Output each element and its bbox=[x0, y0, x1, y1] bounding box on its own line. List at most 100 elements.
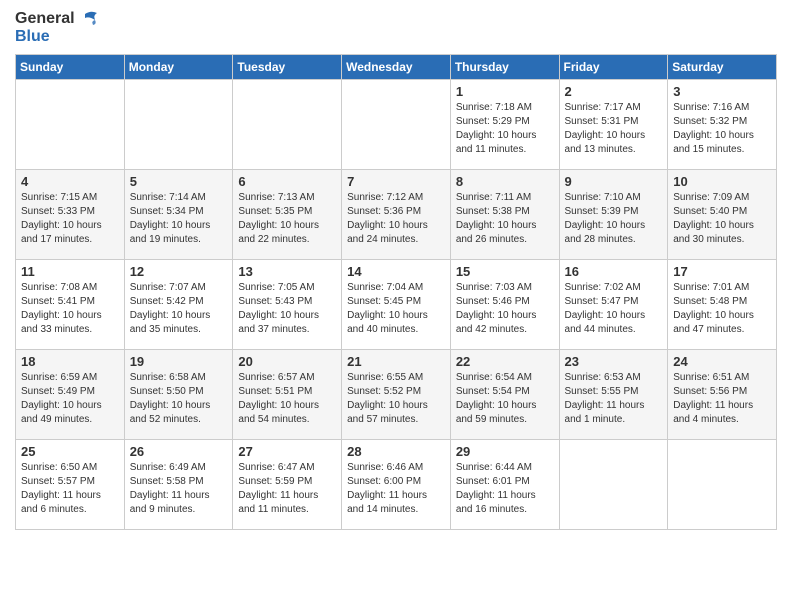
day-number: 22 bbox=[456, 354, 554, 369]
header-tuesday: Tuesday bbox=[233, 54, 342, 79]
day-number: 16 bbox=[565, 264, 663, 279]
day-info: Sunrise: 6:53 AM Sunset: 5:55 PM Dayligh… bbox=[565, 371, 663, 427]
day-number: 21 bbox=[347, 354, 445, 369]
day-info: Sunrise: 6:54 AM Sunset: 5:54 PM Dayligh… bbox=[456, 371, 554, 427]
day-info: Sunrise: 7:15 AM Sunset: 5:33 PM Dayligh… bbox=[21, 191, 119, 247]
day-number: 25 bbox=[21, 444, 119, 459]
calendar-cell: 1 Sunrise: 7:18 AM Sunset: 5:29 PM Daylig… bbox=[450, 79, 559, 169]
day-info: Sunrise: 7:02 AM Sunset: 5:47 PM Dayligh… bbox=[565, 281, 663, 337]
day-info: Sunrise: 7:04 AM Sunset: 5:45 PM Dayligh… bbox=[347, 281, 445, 337]
calendar-cell bbox=[342, 79, 451, 169]
week-row-3: 11 Sunrise: 7:08 AM Sunset: 5:41 PM Dayli… bbox=[16, 259, 777, 349]
day-number: 10 bbox=[673, 174, 771, 189]
day-info: Sunrise: 7:10 AM Sunset: 5:39 PM Dayligh… bbox=[565, 191, 663, 247]
day-info: Sunrise: 7:01 AM Sunset: 5:48 PM Dayligh… bbox=[673, 281, 771, 337]
calendar-cell: 23 Sunrise: 6:53 AM Sunset: 5:55 PM Dayli… bbox=[559, 349, 668, 439]
week-row-4: 18 Sunrise: 6:59 AM Sunset: 5:49 PM Dayli… bbox=[16, 349, 777, 439]
calendar-cell: 4 Sunrise: 7:15 AM Sunset: 5:33 PM Daylig… bbox=[16, 169, 125, 259]
day-number: 5 bbox=[130, 174, 228, 189]
day-number: 1 bbox=[456, 84, 554, 99]
calendar-cell: 26 Sunrise: 6:49 AM Sunset: 5:58 PM Dayli… bbox=[124, 439, 233, 529]
day-info: Sunrise: 6:59 AM Sunset: 5:49 PM Dayligh… bbox=[21, 371, 119, 427]
header-sunday: Sunday bbox=[16, 54, 125, 79]
calendar-cell: 21Sunrise: 6:55 AM Sunset: 5:52 PM Dayli… bbox=[342, 349, 451, 439]
calendar-cell: 6 Sunrise: 7:13 AM Sunset: 5:35 PM Daylig… bbox=[233, 169, 342, 259]
calendar-cell: 17Sunrise: 7:01 AM Sunset: 5:48 PM Dayli… bbox=[668, 259, 777, 349]
day-info: Sunrise: 7:13 AM Sunset: 5:35 PM Dayligh… bbox=[238, 191, 336, 247]
calendar-header-row: SundayMondayTuesdayWednesdayThursdayFrid… bbox=[16, 54, 777, 79]
day-number: 26 bbox=[130, 444, 228, 459]
week-row-5: 25 Sunrise: 6:50 AM Sunset: 5:57 PM Dayli… bbox=[16, 439, 777, 529]
day-number: 3 bbox=[673, 84, 771, 99]
day-info: Sunrise: 6:51 AM Sunset: 5:56 PM Dayligh… bbox=[673, 371, 771, 427]
calendar-cell bbox=[559, 439, 668, 529]
calendar-cell: 29Sunrise: 6:44 AM Sunset: 6:01 PM Dayli… bbox=[450, 439, 559, 529]
calendar-cell: 12 Sunrise: 7:07 AM Sunset: 5:42 PM Dayli… bbox=[124, 259, 233, 349]
day-number: 24 bbox=[673, 354, 771, 369]
calendar-cell: 24 Sunrise: 6:51 AM Sunset: 5:56 PM Dayli… bbox=[668, 349, 777, 439]
day-number: 11 bbox=[21, 264, 119, 279]
calendar-table: SundayMondayTuesdayWednesdayThursdayFrid… bbox=[15, 54, 777, 530]
week-row-2: 4 Sunrise: 7:15 AM Sunset: 5:33 PM Daylig… bbox=[16, 169, 777, 259]
day-number: 23 bbox=[565, 354, 663, 369]
calendar-cell bbox=[16, 79, 125, 169]
header-wednesday: Wednesday bbox=[342, 54, 451, 79]
day-info: Sunrise: 6:58 AM Sunset: 5:50 PM Dayligh… bbox=[130, 371, 228, 427]
calendar-cell: 7 Sunrise: 7:12 AM Sunset: 5:36 PM Daylig… bbox=[342, 169, 451, 259]
calendar-cell: 25 Sunrise: 6:50 AM Sunset: 5:57 PM Dayli… bbox=[16, 439, 125, 529]
day-info: Sunrise: 7:16 AM Sunset: 5:32 PM Dayligh… bbox=[673, 101, 771, 157]
calendar-cell: 19 Sunrise: 6:58 AM Sunset: 5:50 PM Dayli… bbox=[124, 349, 233, 439]
day-number: 19 bbox=[130, 354, 228, 369]
day-info: Sunrise: 6:47 AM Sunset: 5:59 PM Dayligh… bbox=[238, 461, 336, 517]
calendar-cell: 28 Sunrise: 6:46 AM Sunset: 6:00 PM Dayli… bbox=[342, 439, 451, 529]
day-number: 4 bbox=[21, 174, 119, 189]
logo-general-text: General bbox=[15, 10, 75, 28]
header-friday: Friday bbox=[559, 54, 668, 79]
day-number: 6 bbox=[238, 174, 336, 189]
logo: General Blue bbox=[15, 10, 99, 46]
calendar-cell bbox=[124, 79, 233, 169]
calendar-cell: 10 Sunrise: 7:09 AM Sunset: 5:40 PM Dayli… bbox=[668, 169, 777, 259]
day-info: Sunrise: 7:18 AM Sunset: 5:29 PM Dayligh… bbox=[456, 101, 554, 157]
header-monday: Monday bbox=[124, 54, 233, 79]
day-number: 9 bbox=[565, 174, 663, 189]
header-saturday: Saturday bbox=[668, 54, 777, 79]
calendar-cell: 8Sunrise: 7:11 AM Sunset: 5:38 PM Daylig… bbox=[450, 169, 559, 259]
day-number: 8 bbox=[456, 174, 554, 189]
calendar-cell: 22 Sunrise: 6:54 AM Sunset: 5:54 PM Dayli… bbox=[450, 349, 559, 439]
calendar-cell: 14 Sunrise: 7:04 AM Sunset: 5:45 PM Dayli… bbox=[342, 259, 451, 349]
calendar-cell bbox=[668, 439, 777, 529]
calendar-cell: 13 Sunrise: 7:05 AM Sunset: 5:43 PM Dayli… bbox=[233, 259, 342, 349]
day-info: Sunrise: 7:09 AM Sunset: 5:40 PM Dayligh… bbox=[673, 191, 771, 247]
day-number: 2 bbox=[565, 84, 663, 99]
day-info: Sunrise: 6:46 AM Sunset: 6:00 PM Dayligh… bbox=[347, 461, 445, 517]
header-thursday: Thursday bbox=[450, 54, 559, 79]
calendar-cell: 11 Sunrise: 7:08 AM Sunset: 5:41 PM Dayli… bbox=[16, 259, 125, 349]
day-info: Sunrise: 7:08 AM Sunset: 5:41 PM Dayligh… bbox=[21, 281, 119, 337]
calendar-cell bbox=[233, 79, 342, 169]
day-number: 28 bbox=[347, 444, 445, 459]
day-info: Sunrise: 7:14 AM Sunset: 5:34 PM Dayligh… bbox=[130, 191, 228, 247]
calendar-cell: 2 Sunrise: 7:17 AM Sunset: 5:31 PM Daylig… bbox=[559, 79, 668, 169]
day-info: Sunrise: 6:57 AM Sunset: 5:51 PM Dayligh… bbox=[238, 371, 336, 427]
week-row-1: 1 Sunrise: 7:18 AM Sunset: 5:29 PM Daylig… bbox=[16, 79, 777, 169]
day-number: 18 bbox=[21, 354, 119, 369]
day-number: 7 bbox=[347, 174, 445, 189]
day-info: Sunrise: 7:17 AM Sunset: 5:31 PM Dayligh… bbox=[565, 101, 663, 157]
logo-blue-text: Blue bbox=[15, 28, 50, 46]
day-info: Sunrise: 7:12 AM Sunset: 5:36 PM Dayligh… bbox=[347, 191, 445, 247]
day-number: 13 bbox=[238, 264, 336, 279]
day-info: Sunrise: 7:05 AM Sunset: 5:43 PM Dayligh… bbox=[238, 281, 336, 337]
day-info: Sunrise: 6:50 AM Sunset: 5:57 PM Dayligh… bbox=[21, 461, 119, 517]
calendar-cell: 20 Sunrise: 6:57 AM Sunset: 5:51 PM Dayli… bbox=[233, 349, 342, 439]
day-number: 14 bbox=[347, 264, 445, 279]
calendar-cell: 18 Sunrise: 6:59 AM Sunset: 5:49 PM Dayli… bbox=[16, 349, 125, 439]
day-info: Sunrise: 6:49 AM Sunset: 5:58 PM Dayligh… bbox=[130, 461, 228, 517]
day-info: Sunrise: 7:03 AM Sunset: 5:46 PM Dayligh… bbox=[456, 281, 554, 337]
day-number: 12 bbox=[130, 264, 228, 279]
day-info: Sunrise: 7:07 AM Sunset: 5:42 PM Dayligh… bbox=[130, 281, 228, 337]
calendar-cell: 9 Sunrise: 7:10 AM Sunset: 5:39 PM Daylig… bbox=[559, 169, 668, 259]
calendar-cell: 16 Sunrise: 7:02 AM Sunset: 5:47 PM Dayli… bbox=[559, 259, 668, 349]
page-header: General Blue bbox=[15, 10, 777, 46]
day-number: 20 bbox=[238, 354, 336, 369]
